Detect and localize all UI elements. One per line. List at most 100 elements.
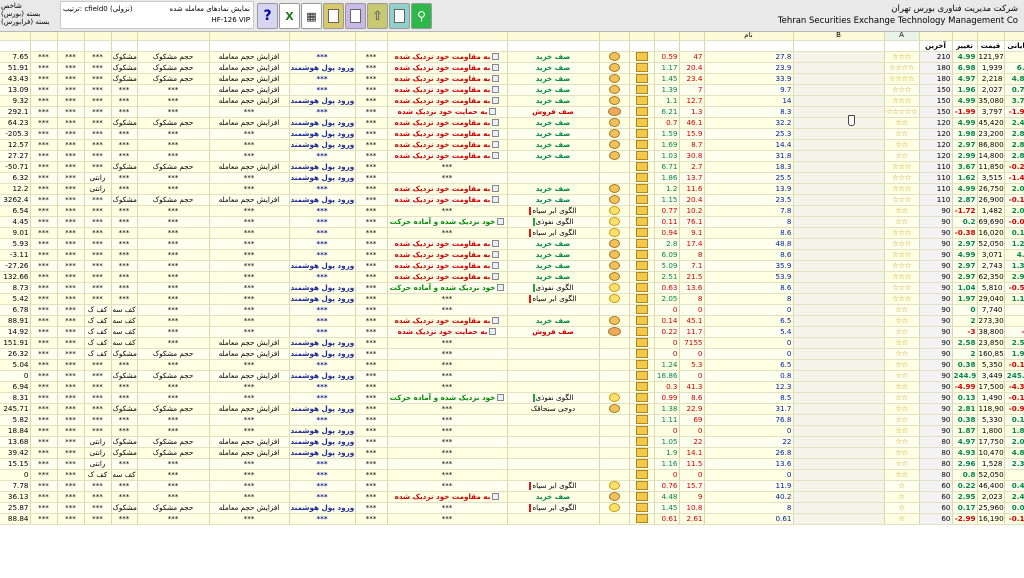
- header-last[interactable]: آخرین: [919, 40, 953, 52]
- table-row[interactable]: 5.42 *** *** *** *** *** *** ورود پول هوشمند ***…: [0, 293, 1024, 305]
- table-row[interactable]: 5.82 *** *** *** *** *** *** *** *** *** 1.11 69 76.…: [0, 414, 1024, 426]
- trend-signal-cell[interactable]: ***: [387, 458, 508, 470]
- list-button[interactable]: [389, 3, 410, 29]
- trend-signal-cell[interactable]: ***: [387, 304, 508, 316]
- checkbox-icon[interactable]: [489, 328, 497, 335]
- header-last_change[interactable]: تغییر: [952, 40, 978, 52]
- trend-signal-cell[interactable]: به حمایت خود نزدیک شده: [387, 106, 508, 118]
- table-row[interactable]: 8.73 *** *** *** *** *** *** ورود پول هوشمند ***…: [0, 282, 1024, 294]
- table-row[interactable]: 6.54 *** *** *** *** *** *** *** *** *** الگوی ابر…: [0, 205, 1024, 217]
- checkbox-icon[interactable]: [497, 218, 505, 225]
- table-row[interactable]: 88.91 *** *** کف ک کف سه *** *** *** *** به مقاوم…: [0, 315, 1024, 327]
- trend-signal-cell[interactable]: خود نزدیک شده و آماده حرکت: [387, 392, 508, 404]
- table-row[interactable]: 64.23*********حجم مشکوکحجم مشکوکافزایش ح…: [0, 117, 1024, 129]
- trend-signal-cell[interactable]: ***: [387, 348, 508, 360]
- trend-signal-cell[interactable]: خود نزدیک شده و آماده حرکت: [387, 216, 508, 228]
- table-row[interactable]: 0*********حجم مشکوکحجم مشکوکافزایش حجم م…: [0, 370, 1024, 382]
- trend-signal-cell[interactable]: به مقاومت خود نزدیک شده: [387, 194, 508, 206]
- header-name[interactable]: نام: [704, 32, 794, 41]
- checkbox-icon[interactable]: [492, 185, 500, 192]
- trend-signal-cell[interactable]: ***: [387, 227, 508, 239]
- trend-signal-cell[interactable]: به مقاومت خود نزدیک شده: [387, 84, 508, 96]
- trend-signal-cell[interactable]: به مقاومت خود نزدیک شده: [387, 150, 508, 162]
- table-row[interactable]: 12.57 *** *** *** *** *** *** ورود پول هوشمند **…: [0, 139, 1024, 151]
- trend-signal-cell[interactable]: به مقاومت خود نزدیک شده: [387, 183, 508, 195]
- checkbox-icon[interactable]: [492, 196, 500, 203]
- header-close[interactable]: پایانی: [1004, 40, 1024, 52]
- checkbox-icon[interactable]: [492, 97, 500, 104]
- trend-signal-cell[interactable]: ***: [387, 469, 508, 481]
- checkbox-icon[interactable]: [492, 152, 500, 159]
- table-row[interactable]: 26.32******کف کحجم مشکوکحجم مشکوکافزایش …: [0, 348, 1024, 360]
- table-row[interactable]: 27.27 *** *** *** *** *** *** *** *** به مقاومت خ…: [0, 150, 1024, 162]
- trend-signal-cell[interactable]: ***: [387, 447, 508, 459]
- checkbox-icon[interactable]: [492, 141, 500, 148]
- trend-signal-cell[interactable]: به مقاومت خود نزدیک شده: [387, 117, 508, 129]
- checkbox-icon[interactable]: [492, 75, 500, 82]
- trend-signal-cell[interactable]: ***: [387, 425, 508, 437]
- table-row[interactable]: -50.71*********حجم مشکوکحجم مشکوکافزایش …: [0, 161, 1024, 173]
- trend-signal-cell[interactable]: ***: [387, 370, 508, 382]
- trend-signal-cell[interactable]: خود نزدیک شده و آماده حرکت: [387, 282, 508, 294]
- trend-signal-cell[interactable]: ***: [387, 436, 508, 448]
- trend-signal-cell[interactable]: به مقاومت خود نزدیک شده: [387, 238, 508, 250]
- header-a[interactable]: A: [884, 32, 920, 41]
- table-row[interactable]: 5.93 *** *** *** *** *** *** *** *** به مقاومت خو…: [0, 238, 1024, 250]
- trend-signal-cell[interactable]: ***: [387, 502, 508, 514]
- trend-signal-cell[interactable]: ***: [387, 359, 508, 371]
- table-row[interactable]: 13.68******رانتیحجم مشکوکحجم مشکوکافزایش…: [0, 436, 1024, 448]
- trend-signal-cell[interactable]: ***: [387, 161, 508, 173]
- checkbox-icon[interactable]: [489, 108, 497, 115]
- table-row[interactable]: 25.87*********حجم مشکوکحجم مشکوکافزایش ح…: [0, 502, 1024, 514]
- checkbox-icon[interactable]: [492, 86, 500, 93]
- table-row[interactable]: 39.42******رانتیحجم مشکوکحجم مشکوکافزایش…: [0, 447, 1024, 459]
- checkbox-icon[interactable]: [492, 262, 500, 269]
- table-row[interactable]: -205.3 *** *** *** *** *** *** ورود پول هوشمند *…: [0, 128, 1024, 140]
- upload-button[interactable]: ⇧: [367, 3, 388, 29]
- market-grid[interactable]: نامBAآخرینتغییرقیمتپایانیپایانینماد7.65*…: [0, 32, 1024, 578]
- table-row[interactable]: 5.04 *** *** *** *** *** *** *** *** *** 1.24 5.3 6.…: [0, 359, 1024, 371]
- table-row[interactable]: 6.94 *** *** *** *** *** *** *** *** *** 0.3 41.3 12…: [0, 381, 1024, 393]
- checkbox-icon[interactable]: [492, 64, 500, 71]
- checkbox-icon[interactable]: [492, 273, 500, 280]
- table-row[interactable]: 0 *** *** کف ک کف سه *** *** *** *** *** 0 0 0 ☆☆ 80 0.…: [0, 469, 1024, 481]
- checkbox-icon[interactable]: [492, 240, 500, 247]
- trend-signal-cell[interactable]: ***: [387, 172, 508, 184]
- trend-signal-cell[interactable]: به مقاومت خود نزدیک شده: [387, 315, 508, 327]
- table-row[interactable]: 132.66 *** *** *** *** *** *** *** *** به مقاومت …: [0, 271, 1024, 283]
- table-row[interactable]: 9.01 *** *** *** *** *** *** *** *** *** الگوی ابر…: [0, 227, 1024, 239]
- trend-signal-cell[interactable]: به مقاومت خود نزدیک شده: [387, 249, 508, 261]
- filter-info-box[interactable]: ترتیب: cfield0 (نزولی) نمایش نمادهای معا…: [60, 1, 254, 29]
- trend-signal-cell[interactable]: به مقاومت خود نزدیک شده: [387, 139, 508, 151]
- table-row[interactable]: 7.78 *** *** *** *** *** *** *** *** *** الگوی ابر…: [0, 480, 1024, 492]
- trend-signal-cell[interactable]: به مقاومت خود نزدیک شده: [387, 128, 508, 140]
- table-row[interactable]: 292.1 *** *** *** *** *** *** *** *** به حمایت خو…: [0, 106, 1024, 118]
- table-row[interactable]: 7.65*********حجم مشکوکحجم مشکوکافزایش حج…: [0, 51, 1024, 63]
- document-button[interactable]: [323, 3, 344, 29]
- table-row[interactable]: 43.43*********حجم مشکوکحجم مشکوکافزایش ح…: [0, 73, 1024, 85]
- table-row[interactable]: 51.91*********حجم مشکوکحجم مشکوکافزایش ح…: [0, 62, 1024, 74]
- table-row[interactable]: 6.32 *** *** رانتی *** *** *** ورود پول هوشمند *…: [0, 172, 1024, 184]
- trend-signal-cell[interactable]: ***: [387, 337, 508, 349]
- trend-signal-cell[interactable]: ***: [387, 403, 508, 415]
- table-row[interactable]: 18.84 *** *** *** *** *** *** ورود پول هوشمند **…: [0, 425, 1024, 437]
- checkbox-icon[interactable]: [497, 284, 505, 291]
- checkbox-icon[interactable]: [492, 130, 500, 137]
- checkbox-icon[interactable]: [492, 317, 500, 324]
- checkbox-icon[interactable]: [492, 251, 500, 258]
- grid-view-button[interactable]: ▦: [301, 3, 322, 29]
- table-row[interactable]: 14.92 *** *** کف ک کف سه *** *** *** *** به حمایت…: [0, 326, 1024, 338]
- trend-signal-cell[interactable]: به مقاومت خود نزدیک شده: [387, 73, 508, 85]
- trend-signal-cell[interactable]: به مقاومت خود نزدیک شده: [387, 491, 508, 503]
- trend-signal-cell[interactable]: به مقاومت خود نزدیک شده: [387, 95, 508, 107]
- trend-signal-cell[interactable]: به مقاومت خود نزدیک شده: [387, 62, 508, 74]
- trend-signal-cell[interactable]: ***: [387, 513, 508, 525]
- table-row[interactable]: 3262.4*********حجم مشکوکحجم مشکوکافزایش …: [0, 194, 1024, 206]
- table-row[interactable]: 13.09 *** *** *** *** *** افزایش حجم معامله ***…: [0, 84, 1024, 96]
- checkbox-icon[interactable]: [492, 53, 500, 60]
- table-row[interactable]: 151.91 *** *** کف ک کف سه *** افزایش حجم معامل…: [0, 337, 1024, 349]
- checkbox-icon[interactable]: [497, 394, 505, 401]
- trend-signal-cell[interactable]: به مقاومت خود نزدیک شده: [387, 271, 508, 283]
- help-button[interactable]: ?: [257, 3, 278, 29]
- search-button[interactable]: ⚲: [411, 3, 432, 29]
